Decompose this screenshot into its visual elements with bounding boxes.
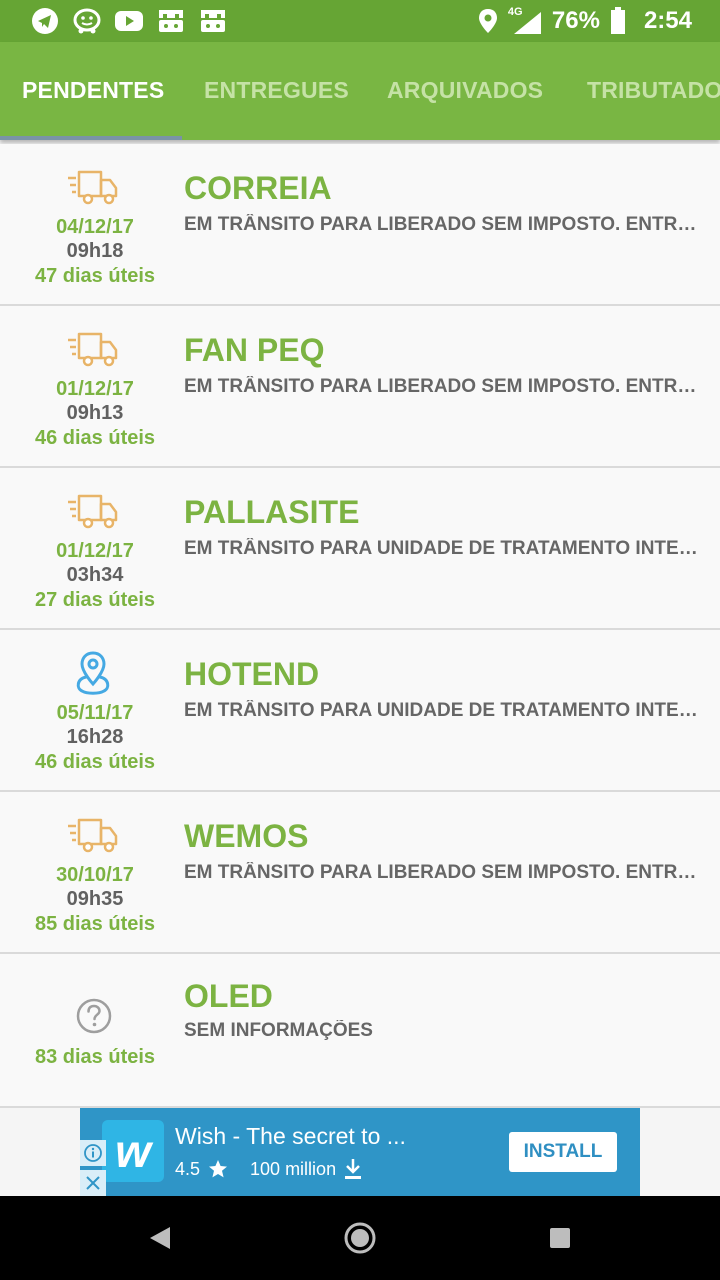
- package-date: 05/11/17: [56, 702, 134, 724]
- package-name: PALLASITE: [184, 494, 360, 530]
- package-time: 09h18: [66, 240, 124, 262]
- package-item[interactable]: 04/12/17 09h18 47 dias úteis CORREIA EM …: [0, 144, 720, 306]
- truck-icon: [68, 818, 118, 853]
- ad-downloads: 100 million: [250, 1158, 337, 1179]
- package-date: 01/12/17: [56, 378, 134, 400]
- battery-icon: [610, 7, 625, 34]
- wish-logo: w: [102, 1120, 164, 1182]
- package-item[interactable]: 01/12/17 03h34 27 dias úteis PALLASITE E…: [0, 468, 720, 630]
- package-days: 47 dias úteis: [34, 265, 156, 287]
- waze-icon: [72, 7, 102, 35]
- package-list: 04/12/17 09h18 47 dias úteis CORREIA EM …: [0, 144, 720, 1108]
- package-name: HOTEND: [184, 656, 320, 692]
- package-days: 83 dias úteis: [34, 1046, 156, 1068]
- package-name: FAN PEQ: [184, 332, 325, 368]
- truck-icon: [68, 170, 118, 205]
- truck-icon: [68, 332, 118, 367]
- tab-pendentes[interactable]: PENDENTES: [22, 77, 164, 104]
- package-name: WEMOS: [184, 818, 309, 854]
- telegram-icon: [30, 7, 60, 35]
- package-item[interactable]: 01/12/17 09h13 46 dias úteis FAN PEQ EM …: [0, 306, 720, 468]
- recents-button[interactable]: [540, 1218, 580, 1258]
- tab-tributados[interactable]: TRIBUTADOS: [587, 77, 720, 104]
- package-days: 46 dias úteis: [34, 427, 156, 449]
- ad-title: Wish - The secret to ...: [175, 1123, 406, 1149]
- package-time: 03h34: [66, 564, 124, 586]
- package-status: EM TRÂNSITO PARA LIBERADO SEM IMPOSTO. E…: [184, 862, 704, 883]
- tab-bar: PENDENTES ENTREGUES ARQUIVADOS TRIBUTADO…: [0, 42, 720, 140]
- network-indicator: 4G: [508, 6, 542, 34]
- clock: 2:54: [643, 7, 692, 34]
- package-days: 46 dias úteis: [34, 751, 156, 773]
- package-item[interactable]: 05/11/17 16h28 46 dias úteis HOTEND EM T…: [0, 630, 720, 792]
- package-time: 16h28: [66, 726, 124, 748]
- package-days: 27 dias úteis: [34, 589, 156, 611]
- ad-close-icon[interactable]: [80, 1170, 106, 1196]
- home-button[interactable]: [340, 1218, 380, 1258]
- ad-meta: 4.5 100 million: [175, 1158, 362, 1180]
- battery-percent: 76%: [551, 7, 600, 34]
- tab-arquivados[interactable]: ARQUIVADOS: [387, 77, 543, 104]
- package-item[interactable]: 30/10/17 09h35 85 dias úteis WEMOS EM TR…: [0, 792, 720, 954]
- tab-entregues[interactable]: ENTREGUES: [204, 77, 349, 104]
- game-icon: [156, 7, 186, 35]
- package-days: 85 dias úteis: [34, 913, 156, 935]
- package-time: 09h13: [66, 402, 124, 424]
- youtube-icon: [114, 7, 144, 35]
- install-button[interactable]: INSTALL: [509, 1132, 617, 1172]
- ad-banner[interactable]: w Wish - The secret to ... 4.5 100 milli…: [80, 1108, 640, 1196]
- package-name: CORREIA: [184, 170, 332, 206]
- package-date: 30/10/17: [56, 864, 134, 886]
- active-tab-indicator: [0, 136, 182, 140]
- back-button[interactable]: [140, 1218, 180, 1258]
- package-date: 01/12/17: [56, 540, 134, 562]
- package-status: SEM INFORMAÇÕES: [184, 1020, 373, 1041]
- question-icon: [76, 998, 112, 1034]
- download-icon: [345, 1159, 362, 1179]
- star-icon: [209, 1160, 228, 1178]
- status-bar: 4G 76% 2:54: [0, 0, 720, 42]
- package-status: EM TRÂNSITO PARA LIBERADO SEM IMPOSTO. E…: [184, 376, 704, 397]
- package-status: EM TRÂNSITO PARA LIBERADO SEM IMPOSTO. E…: [184, 214, 704, 235]
- package-item[interactable]: 83 dias úteis OLED SEM INFORMAÇÕES: [0, 954, 720, 1108]
- truck-icon: [68, 494, 118, 529]
- package-name: OLED: [184, 978, 273, 1014]
- package-status: EM TRÂNSITO PARA UNIDADE DE TRATAMENTO I…: [184, 700, 704, 721]
- ad-info-icon[interactable]: [80, 1140, 106, 1166]
- package-status: EM TRÂNSITO PARA UNIDADE DE TRATAMENTO I…: [184, 538, 704, 559]
- game-icon: [198, 7, 228, 35]
- package-date: 04/12/17: [56, 216, 134, 238]
- location-icon: [478, 9, 497, 33]
- package-time: 09h35: [66, 888, 124, 910]
- ad-rating: 4.5: [175, 1158, 201, 1179]
- location-pin-icon: [76, 651, 110, 695]
- navigation-bar: [0, 1196, 720, 1280]
